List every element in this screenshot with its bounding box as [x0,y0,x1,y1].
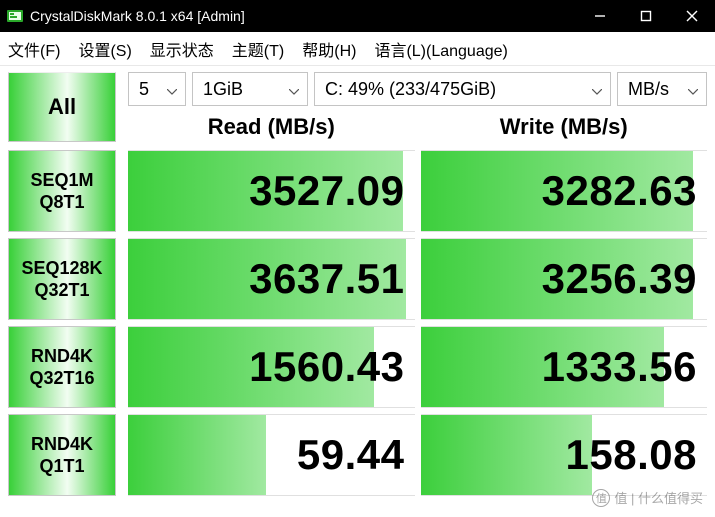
test-size-select[interactable]: 1GiB [192,72,308,106]
close-button[interactable] [669,0,715,32]
read-value: 3527.09 [249,167,404,215]
test-button-rnd4k-q1t1[interactable]: RND4K Q1T1 [8,414,116,496]
test-label-line2: Q8T1 [39,191,84,214]
test-count-select[interactable]: 5 [128,72,186,106]
read-cell: 59.44 [128,414,415,496]
result-row: RND4K Q1T1 59.44 158.08 [8,414,707,496]
drive-select[interactable]: C: 49% (233/475GiB) [314,72,611,106]
controls-row: All 5 1GiB C: 49% (233/475GiB) MB/s Read… [0,66,715,150]
read-cell: 3637.51 [128,238,415,320]
menubar: 文件(F) 设置(S) 显示状态 主题(T) 帮助(H) 语言(L)(Langu… [0,32,715,66]
menu-file[interactable]: 文件(F) [8,37,60,61]
menu-settings[interactable]: 设置(S) [78,37,131,61]
chevron-down-icon [289,79,299,100]
all-button[interactable]: All [8,72,116,142]
write-cell: 158.08 [421,414,708,496]
maximize-button[interactable] [623,0,669,32]
read-cell: 3527.09 [128,150,415,232]
window-title: CrystalDiskMark 8.0.1 x64 [Admin] [30,8,577,24]
result-row: RND4K Q32T16 1560.43 1333.56 [8,326,707,408]
test-count-value: 5 [139,79,149,100]
test-label-line1: SEQ128K [21,257,102,280]
result-row: SEQ128K Q32T1 3637.51 3256.39 [8,238,707,320]
header-read: Read (MB/s) [128,110,415,146]
write-cell: 3282.63 [421,150,708,232]
result-row: SEQ1M Q8T1 3527.09 3282.63 [8,150,707,232]
chevron-down-icon [688,79,698,100]
test-label-line2: Q32T1 [34,279,89,302]
write-value: 3282.63 [542,167,697,215]
chevron-down-icon [167,79,177,100]
test-label-line2: Q32T16 [29,367,94,390]
watermark-icon: 值 [592,489,610,507]
drive-value: C: 49% (233/475GiB) [325,79,496,100]
write-value: 3256.39 [542,255,697,303]
watermark: 值 值 | 什么值得买 [592,488,703,507]
unit-select[interactable]: MB/s [617,72,707,106]
read-value: 1560.43 [249,343,404,391]
read-cell: 1560.43 [128,326,415,408]
test-button-seq128k-q32t1[interactable]: SEQ128K Q32T1 [8,238,116,320]
minimize-button[interactable] [577,0,623,32]
app-icon [6,7,24,25]
read-bar [128,415,266,495]
menu-theme[interactable]: 主题(T) [232,37,284,61]
test-button-seq1m-q8t1[interactable]: SEQ1M Q8T1 [8,150,116,232]
write-value: 158.08 [566,431,697,479]
unit-value: MB/s [628,79,669,100]
test-label-line1: RND4K [31,433,93,456]
read-value: 3637.51 [249,255,404,303]
menu-language[interactable]: 语言(L)(Language) [374,37,507,61]
titlebar: CrystalDiskMark 8.0.1 x64 [Admin] [0,0,715,32]
test-label-line2: Q1T1 [39,455,84,478]
menu-display[interactable]: 显示状态 [150,37,214,61]
write-cell: 1333.56 [421,326,708,408]
menu-help[interactable]: 帮助(H) [302,37,356,61]
chevron-down-icon [592,79,602,100]
write-value: 1333.56 [542,343,697,391]
header-write: Write (MB/s) [421,110,708,146]
test-label-line1: RND4K [31,345,93,368]
test-size-value: 1GiB [203,79,243,100]
read-value: 59.44 [297,431,405,479]
results-grid: SEQ1M Q8T1 3527.09 3282.63 SEQ128K Q32T1… [0,150,715,496]
write-cell: 3256.39 [421,238,708,320]
test-button-rnd4k-q32t16[interactable]: RND4K Q32T16 [8,326,116,408]
watermark-text: 值 | 什么值得买 [614,488,703,507]
test-label-line1: SEQ1M [30,169,93,192]
